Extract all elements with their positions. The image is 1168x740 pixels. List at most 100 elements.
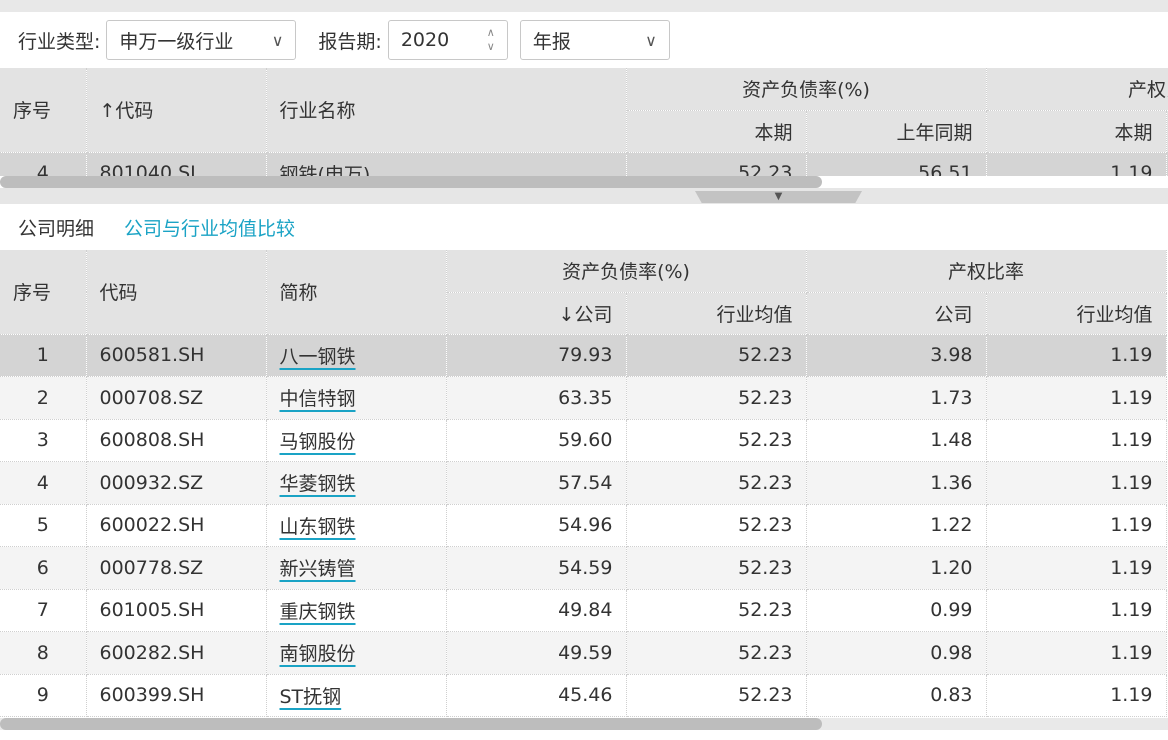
cell-equity-ratio-avg: 1.19 bbox=[986, 376, 1167, 420]
company-link[interactable]: 中信特钢 bbox=[280, 388, 356, 410]
cell-code: 600808.SH bbox=[86, 419, 267, 462]
company-link[interactable]: 马钢股份 bbox=[280, 431, 356, 453]
splitter[interactable]: ▼ bbox=[0, 188, 1168, 204]
table-row[interactable]: 4 000932.SZ 华菱钢铁 57.54 52.23 1.36 1.19 bbox=[0, 461, 1167, 505]
cell-equity-ratio: 0.83 bbox=[806, 674, 987, 717]
tab-bar: 公司明细 公司与行业均值比较 bbox=[0, 204, 295, 250]
table-row[interactable]: 6 000778.SZ 新兴铸管 54.59 52.23 1.20 1.19 bbox=[0, 546, 1167, 590]
table-row[interactable]: 9 600399.SH ST抚钢 45.46 52.23 0.83 1.19 bbox=[0, 674, 1167, 717]
cell-debt-ratio: 63.35 bbox=[446, 376, 627, 420]
header-industry-avg-2[interactable]: 行业均值 bbox=[986, 292, 1167, 335]
table-row[interactable]: 5 600022.SH 山东钢铁 54.96 52.23 1.22 1.19 bbox=[0, 504, 1167, 547]
company-link[interactable]: 山东钢铁 bbox=[280, 516, 356, 538]
cell-debt-ratio-avg: 52.23 bbox=[626, 376, 807, 420]
table-row[interactable]: 2 000708.SZ 中信特钢 63.35 52.23 1.73 1.19 bbox=[0, 376, 1167, 420]
cell-debt-ratio: 49.84 bbox=[446, 589, 627, 632]
cell-debt-ratio: 45.46 bbox=[446, 674, 627, 717]
company-link[interactable]: 八一钢铁 bbox=[280, 346, 356, 368]
company-link[interactable]: ST抚钢 bbox=[280, 686, 342, 708]
cell-index: 6 bbox=[0, 546, 87, 590]
cell-name: 马钢股份 bbox=[266, 419, 447, 462]
chevron-down-icon: ∨ bbox=[271, 30, 284, 50]
industry-type-select[interactable]: 申万一级行业 ∨ bbox=[106, 20, 297, 60]
cell-debt-ratio-avg: 52.23 bbox=[626, 674, 807, 717]
company-link[interactable]: 南钢股份 bbox=[280, 643, 356, 665]
table-row[interactable]: 7 601005.SH 重庆钢铁 49.84 52.23 0.99 1.19 bbox=[0, 589, 1167, 632]
cell-debt-ratio-avg: 52.23 bbox=[626, 589, 807, 632]
cell-name: 山东钢铁 bbox=[266, 504, 447, 547]
stepper-arrows-icon[interactable]: ∧ ∨ bbox=[487, 26, 495, 54]
cell-debt-ratio: 79.93 bbox=[446, 334, 627, 377]
cell-equity-ratio-avg: 1.19 bbox=[986, 674, 1167, 717]
collapse-handle[interactable]: ▼ bbox=[695, 191, 862, 203]
header-current[interactable]: 本期 bbox=[626, 110, 807, 153]
period-value: 年报 bbox=[532, 30, 571, 53]
cell-debt-ratio-avg: 52.23 bbox=[626, 334, 807, 377]
header-last-year[interactable]: 上年同期 bbox=[806, 110, 987, 153]
header-code[interactable]: 代码 bbox=[86, 250, 267, 335]
cell-equity-ratio: 0.99 bbox=[806, 589, 987, 632]
cell-equity-ratio-avg: 1.19 bbox=[986, 419, 1167, 462]
cell-equity-ratio-avg: 1.19 bbox=[986, 461, 1167, 505]
tab-company-detail[interactable]: 公司明细 bbox=[18, 214, 94, 241]
cell-index: 8 bbox=[0, 631, 87, 675]
header-equity-ratio: 产权比率 bbox=[806, 250, 1167, 293]
cell-equity-ratio-avg: 1.19 bbox=[986, 334, 1167, 377]
industry-type-value: 申万一级行业 bbox=[119, 30, 234, 53]
chevron-down-icon: ∨ bbox=[645, 30, 657, 50]
cell-name: 中信特钢 bbox=[266, 376, 447, 420]
header-equity-current[interactable]: 本期 bbox=[986, 110, 1167, 153]
industry-type-label: 行业类型: bbox=[18, 30, 101, 53]
cell-equity-ratio-avg: 1.19 bbox=[986, 504, 1167, 547]
cell-equity-ratio: 0.98 bbox=[806, 631, 987, 675]
cell-code: 600581.SH bbox=[86, 334, 267, 377]
cell-debt-ratio: 54.59 bbox=[446, 546, 627, 590]
cell-current: 52.23 bbox=[626, 152, 807, 176]
cell-equity-ratio: 1.73 bbox=[806, 376, 987, 420]
company-link[interactable]: 重庆钢铁 bbox=[280, 601, 356, 623]
company-link[interactable]: 华菱钢铁 bbox=[280, 473, 356, 495]
cell-equity-ratio-avg: 1.19 bbox=[986, 589, 1167, 632]
cell-equity-ratio: 1.48 bbox=[806, 419, 987, 462]
cell-code: 600022.SH bbox=[86, 504, 267, 547]
cell-code: 000778.SZ bbox=[86, 546, 267, 590]
industry-table: 序号 ↑代码 行业名称 资产负债率(%) 产权比率 本期 上年同期 本期 4 8… bbox=[0, 68, 1168, 176]
cell-name: 新兴铸管 bbox=[266, 546, 447, 590]
tab-comparison[interactable]: 公司与行业均值比较 bbox=[124, 214, 295, 241]
company-table: 序号 代码 简称 资产负债率(%) 产权比率 ↓公司 行业均值 公司 行业均值 … bbox=[0, 250, 1167, 717]
cell-last-year: 56.51 bbox=[806, 152, 987, 176]
cell-index: 3 bbox=[0, 419, 87, 462]
top-band bbox=[0, 0, 1168, 12]
year-value: 2020 bbox=[400, 29, 450, 51]
cell-debt-ratio-avg: 52.23 bbox=[626, 419, 807, 462]
company-link[interactable]: 新兴铸管 bbox=[280, 558, 356, 580]
cell-name: 南钢股份 bbox=[266, 631, 447, 675]
filter-bar: 行业类型: 申万一级行业 ∨ 报告期: 2020 ∧ ∨ 年报 ∨ bbox=[0, 12, 1168, 68]
cell-index: 5 bbox=[0, 504, 87, 547]
cell-code: 601005.SH bbox=[86, 589, 267, 632]
period-select[interactable]: 年报 ∨ bbox=[519, 20, 670, 60]
table-row[interactable]: 3 600808.SH 马钢股份 59.60 52.23 1.48 1.19 bbox=[0, 419, 1167, 462]
header-index: 序号 bbox=[0, 68, 87, 153]
year-stepper[interactable]: 2020 ∧ ∨ bbox=[387, 20, 508, 60]
cell-code: 801040.SI bbox=[86, 152, 267, 176]
cell-index: 4 bbox=[0, 152, 87, 176]
cell-equity-ratio: 1.36 bbox=[806, 461, 987, 505]
report-period-label: 报告期: bbox=[318, 30, 382, 53]
cell-equity-ratio-avg: 1.19 bbox=[986, 546, 1167, 590]
table-row[interactable]: 4 801040.SI 钢铁(申万) 52.23 56.51 1.19 bbox=[0, 152, 1168, 176]
cell-index: 2 bbox=[0, 376, 87, 420]
cell-index: 1 bbox=[0, 334, 87, 377]
cell-equity-ratio: 1.20 bbox=[806, 546, 987, 590]
top-horizontal-scrollbar[interactable] bbox=[0, 176, 1168, 188]
table-row[interactable]: 8 600282.SH 南钢股份 49.59 52.23 0.98 1.19 bbox=[0, 631, 1167, 675]
header-company-sorted[interactable]: ↓公司 bbox=[446, 292, 627, 335]
cell-debt-ratio: 59.60 bbox=[446, 419, 627, 462]
cell-name: 重庆钢铁 bbox=[266, 589, 447, 632]
header-industry-avg[interactable]: 行业均值 bbox=[626, 292, 807, 335]
header-code-sort[interactable]: ↑代码 bbox=[86, 68, 267, 153]
header-company[interactable]: 公司 bbox=[806, 292, 987, 335]
cell-equity-ratio-avg: 1.19 bbox=[986, 631, 1167, 675]
bottom-horizontal-scrollbar[interactable] bbox=[0, 718, 1168, 730]
table-row[interactable]: 1 600581.SH 八一钢铁 79.93 52.23 3.98 1.19 bbox=[0, 334, 1167, 377]
